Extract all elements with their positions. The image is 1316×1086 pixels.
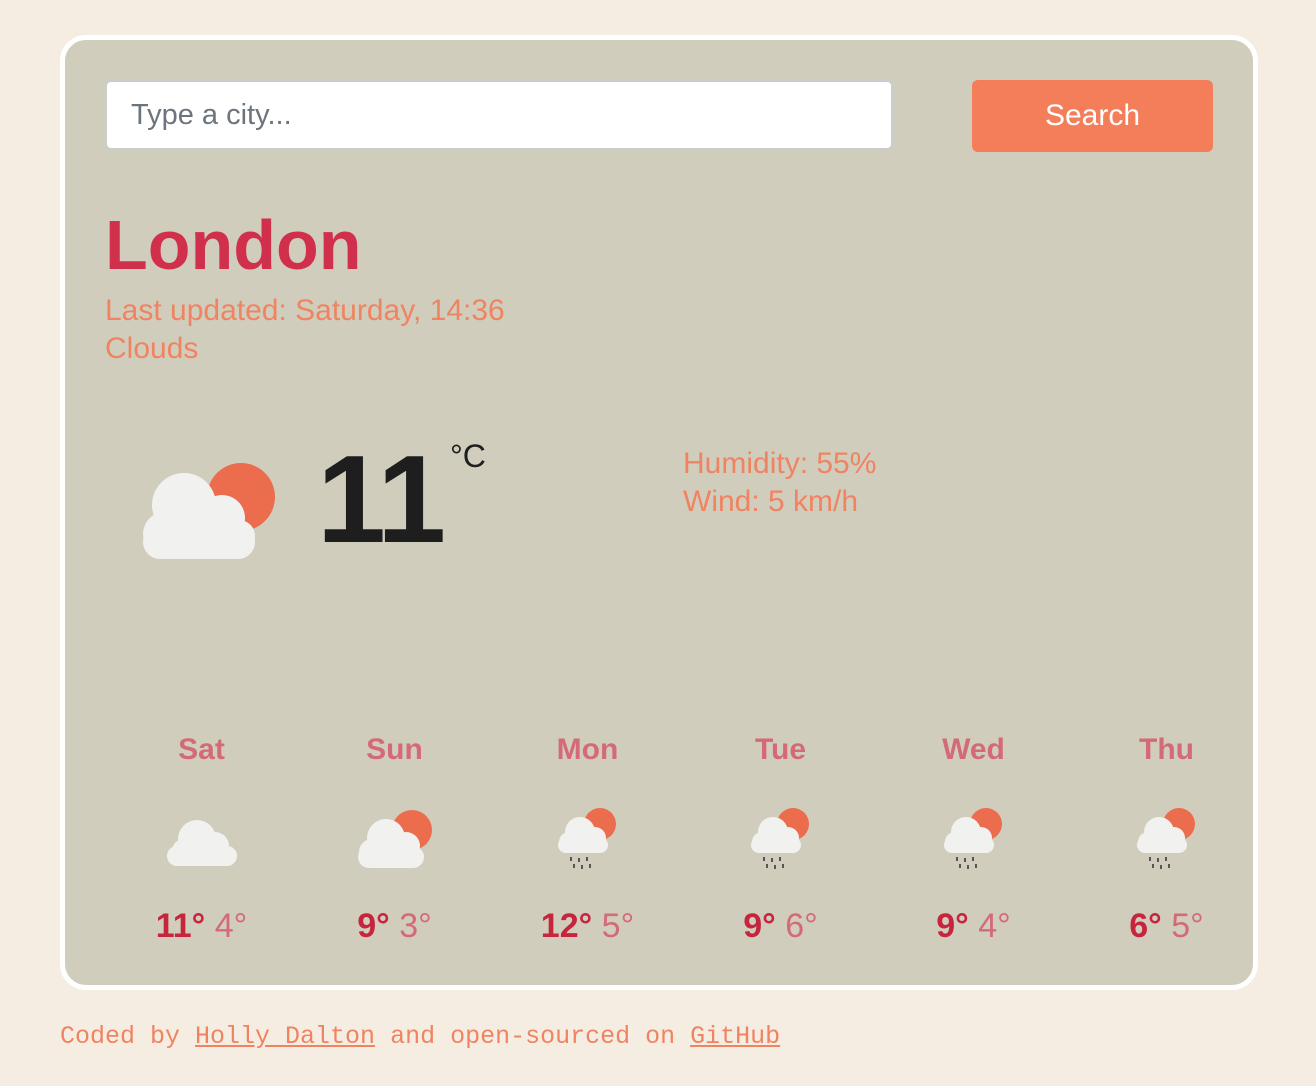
- partly-cloudy-icon: [143, 463, 275, 559]
- forecast-min: 4°: [978, 907, 1011, 945]
- forecast-day-name: Thu: [1139, 733, 1194, 766]
- current-temperature: 11: [317, 431, 446, 569]
- wind-speed: Wind: 5 km/h: [683, 485, 859, 518]
- forecast-day: Wed 9° 4°: [877, 730, 1070, 948]
- forecast-temps: 11° 4°: [105, 904, 298, 948]
- last-updated: Last updated: Saturday, 14:36: [105, 294, 505, 327]
- forecast-temps: 9° 6°: [684, 904, 877, 948]
- forecast-max: 9°: [357, 907, 390, 945]
- city-search-input[interactable]: [105, 80, 893, 150]
- humidity: Humidity: 55%: [683, 447, 877, 480]
- forecast-day-name: Sun: [366, 733, 423, 766]
- rain-sun-icon: [943, 808, 1002, 869]
- weather-description: Clouds: [105, 332, 199, 365]
- rain-sun-icon: [1136, 808, 1195, 869]
- footer: Coded by Holly Dalton and open-sourced o…: [60, 1022, 780, 1051]
- github-link[interactable]: GitHub: [690, 1022, 780, 1051]
- forecast-min: 3°: [399, 907, 432, 945]
- rain-sun-icon: [557, 808, 616, 869]
- forecast-day: Thu 6° 5°: [1070, 730, 1263, 948]
- forecast-min: 4°: [214, 907, 248, 945]
- forecast-temps: 9° 4°: [877, 904, 1070, 948]
- weather-card: Search London Last updated: Saturday, 14…: [60, 35, 1258, 990]
- city-name: London: [105, 206, 362, 284]
- cloud-icon: [166, 820, 237, 866]
- forecast-day-name: Tue: [754, 733, 807, 766]
- forecast-max: 9°: [743, 907, 776, 945]
- forecast-temps: 12° 5°: [491, 904, 684, 948]
- author-link[interactable]: Holly Dalton: [195, 1022, 375, 1051]
- forecast-temps: 9° 3°: [298, 904, 491, 948]
- forecast-day-name: Mon: [556, 733, 619, 766]
- forecast-max: 6°: [1129, 907, 1162, 945]
- temperature-unit: °C: [450, 438, 486, 474]
- forecast-min: 6°: [785, 907, 818, 945]
- footer-prefix: Coded by: [60, 1022, 196, 1051]
- forecast-max: 12°: [540, 907, 593, 945]
- forecast-max: 9°: [936, 907, 969, 945]
- forecast-day: Mon 12° 5°: [491, 730, 684, 948]
- rain-sun-icon: [750, 808, 809, 869]
- search-button[interactable]: Search: [972, 80, 1213, 152]
- forecast-min: 5°: [601, 907, 635, 945]
- forecast-min: 5°: [1171, 907, 1204, 945]
- forecast-day: Sun 9° 3°: [298, 730, 491, 948]
- forecast-temps: 6° 5°: [1070, 904, 1263, 948]
- partly-cloudy-icon: [357, 810, 432, 868]
- forecast: Sat 11° 4° Sun 9° 3° Mon 12° 5° Tue 9° 6…: [105, 730, 1263, 948]
- footer-middle: and open-sourced on: [375, 1022, 691, 1051]
- forecast-day: Tue 9° 6°: [684, 730, 877, 948]
- forecast-day: Sat 11° 4°: [105, 730, 298, 948]
- forecast-day-name: Wed: [942, 733, 1005, 766]
- forecast-day-name: Sat: [178, 733, 225, 766]
- forecast-max: 11°: [155, 907, 206, 945]
